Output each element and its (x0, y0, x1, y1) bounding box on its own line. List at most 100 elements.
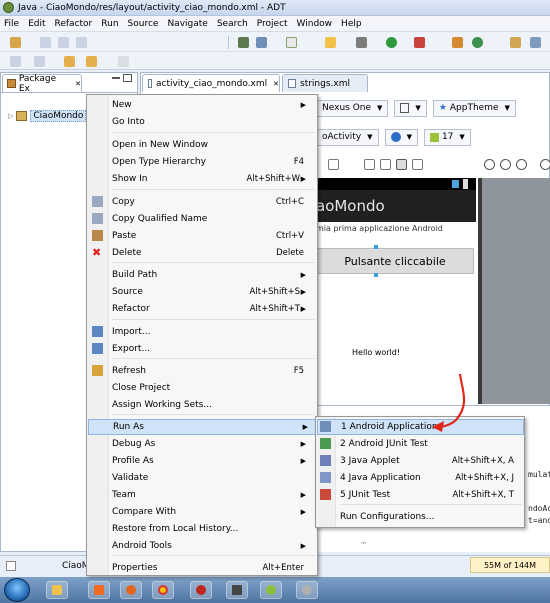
menu-help[interactable]: Help (341, 19, 362, 29)
menu-item-show-in[interactable]: Show In Alt+Shift+W ▶ (112, 171, 314, 187)
menu-item-copy-qualified-name[interactable]: Copy Qualified Name (112, 211, 314, 227)
menu-item-refresh[interactable]: Refresh F5 (112, 363, 314, 379)
orientation-dropdown[interactable]: ▼ (394, 99, 427, 117)
last-edit-icon[interactable] (64, 56, 75, 67)
next-annotation-icon[interactable] (10, 56, 21, 67)
menu-item-go-into[interactable]: Go Into (112, 114, 314, 130)
submenu-item-run-configurations[interactable]: Run Configurations... (340, 509, 520, 525)
pulsante-cliccabile-button[interactable]: Pulsante cliccabile (316, 248, 474, 274)
menu-source[interactable]: Source (128, 19, 159, 29)
menu-item-export[interactable]: Export... (112, 341, 314, 357)
submenu-item-2-android-junit-test[interactable]: 2 Android JUnit Test (340, 436, 520, 452)
taskbar-explorer-button[interactable] (46, 581, 68, 599)
new-java-package-icon[interactable] (452, 37, 463, 48)
close-icon[interactable]: ✕ (273, 80, 279, 88)
taskbar-android-button[interactable] (296, 581, 318, 599)
locale-dropdown[interactable]: ▼ (384, 128, 418, 146)
emulate-size-icon[interactable] (364, 159, 375, 170)
taskbar-app-button[interactable] (190, 581, 212, 599)
menu-item-assign-working-sets[interactable]: Assign Working Sets... (112, 397, 314, 413)
menu-edit[interactable]: Edit (28, 19, 45, 29)
expand-twisty-icon[interactable]: ▷ (8, 112, 13, 120)
menu-project[interactable]: Project (257, 19, 288, 29)
menu-search[interactable]: Search (217, 19, 248, 29)
tree-item-ciaomondo[interactable]: ▷ CiaoMondo (8, 110, 87, 122)
menu-item-open-type-hierarchy[interactable]: Open Type Hierarchy F4 (112, 154, 314, 170)
device-dropdown[interactable]: Nexus One ▼ (316, 99, 389, 117)
menu-item-delete[interactable]: Delete Delete (112, 245, 314, 261)
save-icon[interactable] (40, 37, 51, 48)
submenu-item-5-junit-test[interactable]: 5 JUnit Test Alt+Shift+X, T (340, 487, 520, 503)
submenu-item-1-android-application[interactable]: 1 Android Application (317, 419, 524, 435)
submenu-item-3-java-applet[interactable]: 3 Java Applet Alt+Shift+X, A (340, 453, 520, 469)
zoom-fit-icon[interactable] (396, 159, 407, 170)
theme-dropdown[interactable]: ★ AppTheme ▼ (432, 99, 516, 117)
back-icon[interactable] (86, 56, 97, 67)
start-button[interactable] (4, 578, 30, 602)
submenu-item-4-java-application[interactable]: 4 Java Application Alt+Shift+X, J (340, 470, 520, 486)
menu-run[interactable]: Run (101, 19, 118, 29)
external-tools-icon[interactable] (414, 37, 425, 48)
tab-strings-xml[interactable]: strings.xml (282, 74, 368, 92)
menu-item-restore-from-local-history[interactable]: Restore from Local History... (112, 521, 314, 537)
search-tool-icon[interactable] (530, 37, 541, 48)
menu-item-validate[interactable]: Validate (112, 470, 314, 486)
menu-item-run-as[interactable]: Run As ▶ (88, 419, 317, 435)
close-icon[interactable]: ✕ (75, 80, 81, 88)
menu-item-copy[interactable]: Copy Ctrl+C (112, 194, 314, 210)
menu-window[interactable]: Window (297, 19, 333, 29)
lint-icon[interactable] (286, 37, 297, 48)
actual-size-icon[interactable] (380, 159, 391, 170)
open-type-icon[interactable] (510, 37, 521, 48)
new-icon[interactable] (10, 37, 21, 48)
selection-handle[interactable] (374, 245, 378, 249)
avd-manager-icon[interactable] (256, 37, 267, 48)
zoom-icon[interactable] (540, 159, 550, 170)
taskbar-terminal-button[interactable] (226, 581, 248, 599)
run-icon[interactable] (386, 37, 397, 48)
menu-item-new[interactable]: New ▶ (112, 97, 314, 113)
taskbar-adt-button[interactable] (260, 581, 282, 599)
zoom-out-icon[interactable] (484, 159, 495, 170)
fast-view-icon[interactable] (6, 560, 16, 571)
menu-item-debug-as[interactable]: Debug As ▶ (112, 436, 314, 452)
menu-item-team[interactable]: Team ▶ (112, 487, 314, 503)
debug-icon[interactable] (356, 37, 367, 48)
menu-item-profile-as[interactable]: Profile As ▶ (112, 453, 314, 469)
layout-width-icon[interactable] (328, 159, 339, 170)
menu-item-import[interactable]: Import... (112, 324, 314, 340)
subtitle-textview[interactable]: mia prima applicazione Android (316, 224, 476, 233)
minimize-icon[interactable] (112, 77, 120, 79)
taskbar-firefox-button[interactable] (120, 581, 142, 599)
menu-item-open-in-new-window[interactable]: Open in New Window (112, 137, 314, 153)
menu-item-compare-with[interactable]: Compare With ▶ (112, 504, 314, 520)
new-java-class-icon[interactable] (472, 37, 483, 48)
print-icon[interactable] (76, 37, 87, 48)
save-all-icon[interactable] (58, 37, 69, 48)
menu-navigate[interactable]: Navigate (167, 19, 207, 29)
new-android-project-icon[interactable] (325, 37, 336, 48)
maximize-icon[interactable] (123, 74, 132, 82)
menu-item-refactor[interactable]: Refactor Alt+Shift+T ▶ (112, 301, 314, 317)
menu-item-build-path[interactable]: Build Path ▶ (112, 267, 314, 283)
zoom-100-icon[interactable] (516, 159, 527, 170)
taskbar-media-button[interactable] (88, 581, 110, 599)
android-sdk-icon[interactable] (238, 37, 249, 48)
tab-activity-ciao-mondo-xml[interactable]: activity_ciao_mondo.xml ✕ (142, 74, 280, 92)
activity-dropdown[interactable]: oActivity ▼ (316, 128, 379, 146)
forward-icon[interactable] (118, 56, 129, 67)
zoom-in-icon[interactable] (500, 159, 511, 170)
menu-file[interactable]: File (4, 19, 19, 29)
menu-item-paste[interactable]: Paste Ctrl+V (112, 228, 314, 244)
menu-refactor[interactable]: Refactor (55, 19, 93, 29)
menu-item-close-project[interactable]: Close Project (112, 380, 314, 396)
package-explorer-tab[interactable]: Package Ex ✕ (2, 74, 82, 94)
selection-handle[interactable] (374, 273, 378, 277)
hello-world-textview[interactable]: Hello world! (352, 348, 400, 357)
menu-item-properties[interactable]: Properties Alt+Enter (112, 560, 314, 576)
menu-item-source[interactable]: Source Alt+Shift+S ▶ (112, 284, 314, 300)
taskbar-chrome-button[interactable] (152, 581, 174, 599)
heap-status[interactable]: 55M of 144M (470, 557, 550, 573)
prev-annotation-icon[interactable] (34, 56, 45, 67)
api-level-dropdown[interactable]: 17 ▼ (423, 128, 471, 146)
